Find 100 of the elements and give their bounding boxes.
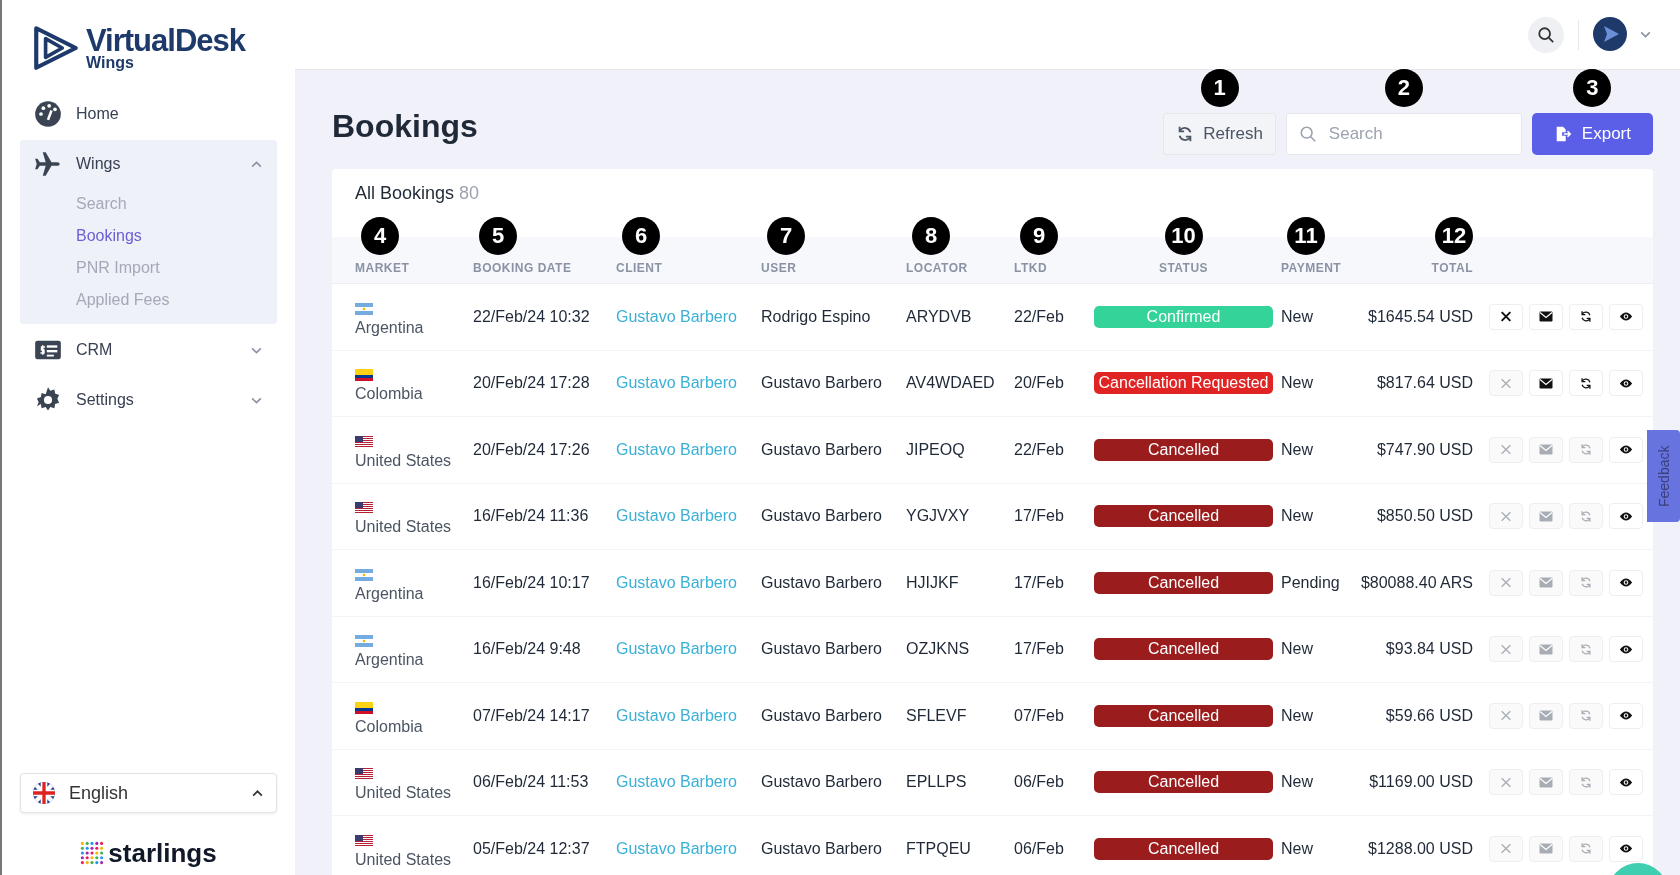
view-button[interactable]	[1609, 503, 1643, 530]
column-header[interactable]: BOOKING DATE	[473, 261, 572, 275]
booking-date: 16/Feb/24 9:48	[473, 640, 582, 659]
refresh-button[interactable]: Refresh	[1163, 113, 1276, 155]
column-header[interactable]: MARKET	[355, 261, 410, 275]
column-header[interactable]: PAYMENT	[1281, 261, 1342, 275]
view-button[interactable]	[1609, 303, 1643, 330]
client-link[interactable]: Gustavo Barbero	[616, 839, 761, 858]
ltkd-date: 22/Feb	[1014, 307, 1065, 326]
nav-subitem[interactable]: PNR Import	[20, 252, 277, 284]
view-button[interactable]	[1609, 835, 1643, 862]
envelope-icon	[1539, 775, 1553, 789]
market-name: Colombia	[355, 717, 423, 736]
column-header[interactable]: USER	[761, 261, 797, 275]
payment-status: Pending	[1281, 573, 1341, 592]
resync-button[interactable]	[1569, 370, 1603, 397]
flag-icon	[355, 302, 373, 315]
close-icon	[1499, 576, 1513, 590]
column-header[interactable]: LOCATOR	[906, 261, 968, 275]
view-button[interactable]	[1609, 769, 1643, 796]
booking-date: 16/Feb/24 10:17	[473, 573, 591, 592]
market-name: United States	[355, 784, 452, 803]
status-badge: Cancelled	[1094, 704, 1273, 727]
client-link[interactable]: Gustavo Barbero	[616, 573, 761, 592]
page-title: Bookings	[332, 108, 478, 145]
airplane-icon	[34, 150, 62, 178]
user-name: Gustavo Barbero	[761, 507, 883, 526]
email-button[interactable]	[1529, 303, 1563, 330]
booking-date: 20/Feb/24 17:28	[473, 374, 591, 393]
search-button[interactable]	[1528, 16, 1564, 53]
search-icon	[1298, 125, 1317, 143]
callout-number: 5	[479, 217, 517, 255]
feedback-tab[interactable]: Feedback	[1647, 430, 1680, 522]
locator-code: OZJKNS	[906, 640, 971, 659]
client-link[interactable]: Gustavo Barbero	[616, 507, 761, 526]
column-header[interactable]: CLIENT	[616, 261, 663, 275]
locator-code: SFLEVF	[906, 706, 968, 725]
nav-subitem[interactable]: Applied Fees	[20, 284, 277, 316]
total-amount: $1169.00 USD	[1369, 773, 1473, 792]
nav-item[interactable]: Settings	[20, 376, 277, 424]
booking-date: 07/Feb/24 14:17	[473, 706, 591, 725]
callout-number: 7	[767, 217, 805, 255]
client-link[interactable]: Gustavo Barbero	[616, 307, 761, 326]
envelope-icon	[1539, 443, 1553, 457]
callout-number: 1	[1200, 69, 1239, 107]
booking-date: 22/Feb/24 10:32	[473, 307, 591, 326]
cancel-button[interactable]	[1489, 303, 1523, 330]
client-link[interactable]: Gustavo Barbero	[616, 640, 761, 659]
view-button[interactable]	[1609, 702, 1643, 729]
nav-item[interactable]: Wings	[20, 140, 277, 188]
envelope-icon	[1539, 310, 1553, 324]
flag-icon	[355, 768, 373, 781]
user-avatar[interactable]	[1593, 16, 1629, 53]
market-name: United States	[355, 850, 452, 869]
client-link[interactable]: Gustavo Barbero	[616, 706, 761, 725]
callout-number: 4	[361, 217, 399, 255]
nav-subitem[interactable]: Search	[20, 188, 277, 220]
resync-button[interactable]	[1569, 303, 1603, 330]
nav-item[interactable]: CRM	[20, 326, 277, 374]
client-link[interactable]: Gustavo Barbero	[616, 374, 761, 393]
total-amount: $1645.54 USD	[1368, 307, 1473, 326]
client-link[interactable]: Gustavo Barbero	[616, 773, 761, 792]
user-name: Gustavo Barbero	[761, 773, 883, 792]
total-amount: $850.50 USD	[1376, 507, 1473, 526]
locator-code: EPLLPS	[906, 773, 968, 792]
nav-subitem[interactable]: Bookings	[20, 220, 277, 252]
ltkd-date: 06/Feb	[1014, 773, 1065, 792]
refresh-icon	[1579, 376, 1593, 390]
column-header[interactable]: STATUS	[1158, 261, 1209, 275]
close-icon	[1499, 709, 1513, 723]
market-name: United States	[355, 451, 452, 470]
callout-number: 2	[1384, 69, 1423, 107]
client-link[interactable]: Gustavo Barbero	[616, 440, 761, 459]
refresh-icon	[1579, 310, 1593, 324]
ltkd-date: 17/Feb	[1014, 573, 1065, 592]
payment-status: New	[1281, 706, 1314, 725]
callout-number: 10	[1164, 217, 1203, 255]
refresh-icon	[1579, 842, 1593, 856]
locator-code: HJIJKF	[906, 573, 960, 592]
ltkd-date: 17/Feb	[1014, 640, 1065, 659]
flag-icon	[355, 568, 373, 581]
nav-item[interactable]: Home	[20, 90, 277, 138]
email-button[interactable]	[1529, 370, 1563, 397]
column-header[interactable]: TOTAL	[1431, 261, 1473, 275]
booking-date: 05/Feb/24 12:37	[473, 839, 591, 858]
flag-icon	[355, 369, 373, 382]
envelope-icon	[1539, 642, 1553, 656]
booking-date: 16/Feb/24 11:36	[473, 507, 590, 526]
view-button[interactable]	[1609, 370, 1643, 397]
column-header[interactable]: LTKD	[1014, 261, 1048, 275]
language-selector[interactable]: English	[20, 773, 277, 813]
close-icon	[1499, 642, 1513, 656]
total-amount: $1288.00 USD	[1368, 839, 1473, 858]
view-button[interactable]	[1609, 436, 1643, 463]
total-amount: $80088.40 ARS	[1360, 573, 1473, 592]
export-button[interactable]: Export	[1531, 113, 1653, 155]
view-button[interactable]	[1609, 569, 1643, 596]
view-button[interactable]	[1609, 636, 1643, 663]
refresh-icon	[1579, 509, 1593, 523]
search-field[interactable]: Search	[1285, 113, 1522, 155]
